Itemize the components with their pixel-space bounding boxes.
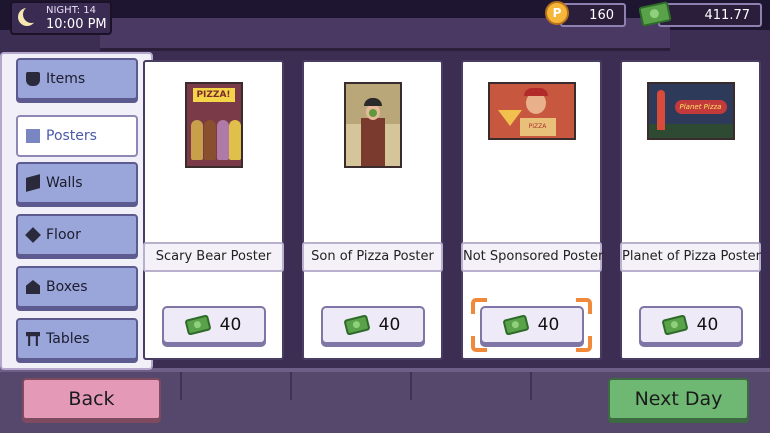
category-label: Tables xyxy=(46,331,90,347)
picture-icon xyxy=(26,129,40,143)
category-label: Boxes xyxy=(46,279,88,295)
product-name: Son of Pizza Poster xyxy=(302,242,443,272)
price-value: 40 xyxy=(696,315,719,335)
category-label: Floor xyxy=(46,227,81,243)
floor-seam xyxy=(410,372,412,400)
floor-seam xyxy=(290,372,292,400)
money-amount: 411.77 xyxy=(704,7,751,23)
product-name: Not Sponsored Poster xyxy=(461,242,603,272)
clock-time: 10:00 PM xyxy=(46,16,107,32)
pizza-box-label: PIZZA xyxy=(519,118,556,136)
poster-sign: Planet Pizza xyxy=(674,100,727,114)
money-counter: 411.77 xyxy=(658,3,762,27)
product-name: Planet of Pizza Poster xyxy=(620,242,761,272)
buy-button-selected[interactable]: 40 xyxy=(479,306,584,344)
floor-seam xyxy=(530,372,532,400)
price-value: 40 xyxy=(537,315,560,335)
scary-bear-poster-art: PIZZA! xyxy=(184,82,243,168)
wall-icon xyxy=(26,174,40,192)
price-value: 40 xyxy=(219,315,242,335)
product-card-planet-of-pizza[interactable]: Planet Pizza Planet of Pizza Poster 40 xyxy=(620,60,761,360)
product-name: Scary Bear Poster xyxy=(143,242,284,272)
selection-corner xyxy=(471,336,487,352)
category-label: Posters xyxy=(46,128,97,144)
selection-corner xyxy=(471,298,487,314)
price-value: 40 xyxy=(378,315,401,335)
animatronic-figure xyxy=(190,120,203,160)
night-clock-panel: NIGHT: 14 10:00 PM xyxy=(10,1,112,35)
category-tables-button[interactable]: Tables xyxy=(16,318,138,360)
box-icon xyxy=(26,280,40,294)
coin-amount: 160 xyxy=(589,7,614,23)
floor-tile-icon xyxy=(25,227,41,243)
product-card-son-of-pizza[interactable]: Son of Pizza Poster 40 xyxy=(302,60,443,360)
not-sponsored-poster-art: PIZZA xyxy=(487,82,576,140)
category-floor-button[interactable]: Floor xyxy=(16,214,138,256)
moon-icon xyxy=(18,6,40,28)
product-card-scary-bear[interactable]: PIZZA! Scary Bear Poster 40 xyxy=(143,60,284,360)
buy-button[interactable]: 40 xyxy=(638,306,743,344)
category-label: Walls xyxy=(46,175,83,191)
cash-icon xyxy=(184,314,212,336)
selection-corner xyxy=(576,336,592,352)
back-button[interactable]: Back xyxy=(22,378,161,420)
plant-pot-icon xyxy=(26,72,40,86)
cash-icon xyxy=(343,314,371,336)
buy-button[interactable]: 40 xyxy=(161,306,266,344)
son-of-pizza-poster-art xyxy=(343,82,402,168)
selection-corner xyxy=(576,298,592,314)
buy-button[interactable]: 40 xyxy=(320,306,425,344)
animatronic-figure xyxy=(228,120,241,160)
night-counter: NIGHT: 14 xyxy=(46,4,96,16)
pizza-coin-icon: P xyxy=(545,1,569,25)
category-boxes-button[interactable]: Boxes xyxy=(16,266,138,308)
category-label: Items xyxy=(46,71,86,87)
poster-banner: PIZZA! xyxy=(192,88,235,102)
floor-seam xyxy=(180,372,182,400)
cash-icon xyxy=(502,314,530,336)
category-walls-button[interactable]: Walls xyxy=(16,162,138,204)
animatronic-figure xyxy=(216,120,229,160)
coin-counter: 160 xyxy=(560,3,626,27)
category-items-button[interactable]: Items xyxy=(16,58,138,100)
cash-icon xyxy=(661,314,689,336)
animatronic-figure xyxy=(203,120,216,160)
planet-of-pizza-poster-art: Planet Pizza xyxy=(646,82,735,140)
category-posters-button[interactable]: Posters xyxy=(16,115,138,157)
table-icon xyxy=(26,332,40,346)
next-day-button[interactable]: Next Day xyxy=(608,378,749,420)
product-card-not-sponsored[interactable]: PIZZA Not Sponsored Poster 40 xyxy=(461,60,603,360)
